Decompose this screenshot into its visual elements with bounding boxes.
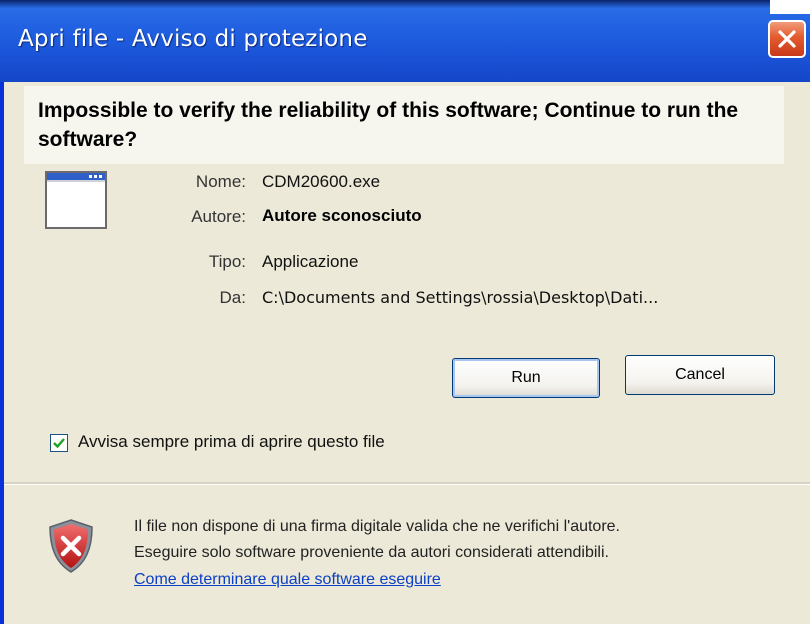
author-value: Autore sconosciuto [262, 206, 422, 225]
type-value: Applicazione [262, 252, 359, 271]
desktop-corner [770, 0, 810, 14]
source-path-value: C:\Documents and Settings\rossia\Desktop… [262, 288, 659, 307]
name-label: Nome: [195, 172, 246, 191]
always-warn-label[interactable]: Avvisa sempre prima di aprire questo fil… [78, 432, 385, 452]
security-shield-icon [49, 519, 93, 573]
checkmark-icon [53, 438, 65, 449]
application-window-icon [45, 171, 107, 229]
question-text: Impossible to verify the reliability of … [38, 99, 739, 151]
help-link[interactable]: Come determinare quale software eseguire [134, 571, 441, 589]
title-bar[interactable]: Apri file - Avviso di protezione [0, 0, 810, 82]
warning-line-2: Eseguire solo software proveniente da au… [134, 544, 609, 561]
author-label: Autore: [191, 207, 246, 226]
run-button[interactable]: Run [452, 358, 600, 398]
cancel-button[interactable]: Cancel [625, 355, 775, 395]
type-label: Tipo: [208, 252, 246, 271]
source-label: Da: [219, 288, 246, 307]
close-button[interactable] [768, 20, 806, 58]
always-warn-checkbox[interactable] [50, 434, 68, 452]
warning-line-1: Il file non dispone di una firma digital… [134, 518, 620, 535]
window-title: Apri file - Avviso di protezione [18, 26, 368, 52]
close-icon [778, 30, 796, 48]
name-value: CDM20600.exe [262, 172, 381, 191]
